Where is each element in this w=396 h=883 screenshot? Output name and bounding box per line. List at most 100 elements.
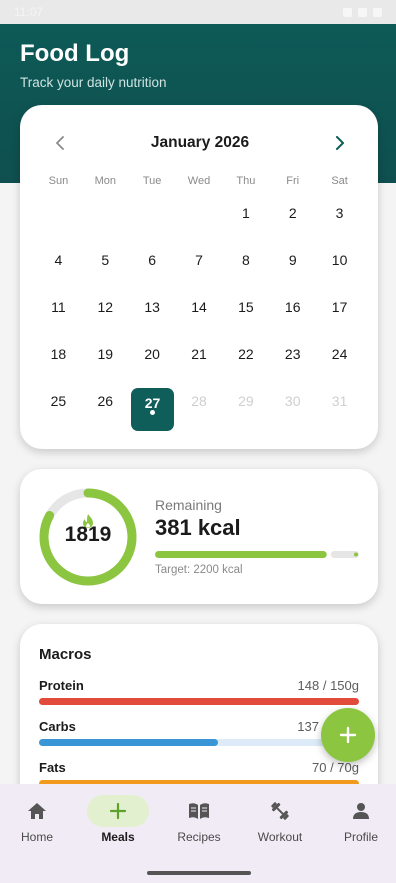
calendar-day[interactable]: 6 (129, 253, 176, 300)
calendar-day[interactable]: 15 (222, 300, 269, 347)
person-icon (321, 796, 396, 826)
nav-label: Recipes (177, 830, 221, 844)
weekday-label: Tue (142, 175, 162, 187)
calendar-grid: Sun Mon Tue Wed Thu Fri Sat 1 2 3 4 5 6 7 8 9 10 1… (35, 175, 363, 441)
macro-name: Fats (39, 760, 66, 775)
calendar-day: 31 (331, 393, 348, 409)
calendar-week-row: 4 5 6 7 8 9 10 (35, 253, 363, 300)
weekday-label: Wed (187, 175, 211, 187)
calendar-day[interactable]: 17 (316, 300, 363, 347)
calendar-day[interactable]: 5 (82, 253, 129, 300)
page-title: Food Log (20, 40, 130, 67)
calendar-day[interactable]: 16 (269, 300, 316, 347)
calendar-day[interactable]: 19 (82, 347, 129, 394)
calendar-day[interactable]: 23 (269, 347, 316, 394)
home-indicator (147, 871, 251, 875)
calendar-day[interactable]: 21 (176, 347, 223, 394)
nav-item-recipes[interactable]: Recipes (159, 796, 239, 844)
macros-title: Macros (39, 646, 92, 663)
macro-value: 137 (297, 719, 319, 734)
calendar-week-row: 11 12 13 14 15 16 17 (35, 300, 363, 347)
month-label: January 2026 (150, 134, 250, 151)
nav-item-profile[interactable]: Profile (321, 796, 396, 844)
calendar-empty-cell (82, 206, 129, 253)
selected-day-label: 27 (144, 395, 161, 411)
calendar-day[interactable]: 10 (316, 253, 363, 300)
macro-value: 70 / 70g (312, 760, 359, 775)
weekday-label: Thu (236, 175, 256, 187)
next-month-button[interactable] (330, 133, 350, 153)
previous-month-button[interactable] (50, 133, 70, 153)
remaining-label: Remaining (155, 497, 222, 513)
calendar-week-row: 18 19 20 21 22 23 24 (35, 347, 363, 394)
calendar-day[interactable]: 4 (35, 253, 82, 300)
nav-label: Workout (257, 830, 303, 844)
remaining-progress-bar (155, 551, 359, 558)
weekday-label: Fri (286, 175, 300, 187)
macro-value: 148 / 150g (297, 678, 359, 693)
nav-label: Meals (101, 830, 135, 844)
nav-label: Home (20, 830, 53, 844)
bottom-navigation: Home Meals Recipes Workout Profile (0, 784, 396, 883)
macro-name: Carbs (39, 719, 76, 734)
calendar-day[interactable]: 12 (82, 300, 129, 347)
nav-item-meals[interactable]: Meals (78, 796, 158, 844)
calendar-empty-cell (176, 206, 223, 253)
chevron-right-icon (336, 136, 344, 150)
home-icon (0, 796, 77, 826)
plus-icon (339, 726, 357, 744)
calorie-target: Target: 2200 kcal (155, 564, 243, 576)
calendar-day: 29 (238, 393, 254, 409)
weekday-row: Sun Mon Tue Wed Thu Fri Sat (35, 175, 363, 189)
calendar-day[interactable]: 26 (82, 394, 129, 441)
status-time: 11:07 (14, 5, 44, 19)
selected-day-dot (150, 410, 155, 415)
calendar-day[interactable]: 20 (129, 347, 176, 394)
calendar-day[interactable]: 22 (222, 347, 269, 394)
add-meal-fab[interactable] (321, 708, 375, 762)
calendar-day[interactable]: 13 (129, 300, 176, 347)
chevron-left-icon (56, 136, 64, 150)
weekday-label: Mon (94, 175, 116, 187)
calendar-weeks: 1 2 3 4 5 6 7 8 9 10 11 12 13 14 15 16 17 18 19 20 21 22 23 24 2… (35, 206, 363, 441)
nav-item-workout[interactable]: Workout (240, 796, 320, 844)
nav-item-home[interactable]: Home (0, 796, 77, 844)
calendar-day[interactable]: 24 (316, 347, 363, 394)
calendar-day[interactable]: 14 (176, 300, 223, 347)
calories-consumed: 1819 (64, 523, 112, 546)
calendar-empty-cell (129, 206, 176, 253)
calendar-day[interactable]: 9 (269, 253, 316, 300)
calendar-day[interactable]: 25 (35, 394, 82, 441)
calendar-day[interactable]: 3 (316, 206, 363, 253)
nav-label: Profile (343, 830, 378, 844)
macro-fill (39, 739, 219, 746)
calendar-header: January 2026 (20, 131, 378, 155)
calendar-day[interactable]: 2 (269, 206, 316, 253)
book-icon (159, 796, 239, 826)
page-subtitle: Track your daily nutrition (20, 75, 167, 90)
calendar-day[interactable]: 1 (222, 206, 269, 253)
calendar-week-row: 2526 27 28 29 30 31 (35, 394, 363, 441)
calendar-day[interactable]: 7 (176, 253, 223, 300)
status-bar: 11:07 (0, 0, 396, 24)
weekday-label: Sun (48, 175, 69, 187)
calendar-day[interactable]: 8 (222, 253, 269, 300)
calendar-week-row: 123 (35, 206, 363, 253)
remaining-value: 381 kcal (155, 515, 241, 540)
status-icons (343, 7, 382, 17)
weekday-label: Sat (331, 175, 348, 187)
calories-card: 1819 Remaining 381 kcal Target: 2200 kca… (20, 469, 378, 604)
calendar-day: 28 (191, 393, 207, 409)
battery-icon (373, 7, 382, 17)
wifi-icon (343, 7, 352, 17)
macro-name: Protein (39, 678, 84, 693)
calendar-card: January 2026 Sun Mon Tue Wed Thu Fri Sat… (20, 105, 378, 449)
macro-fill (39, 698, 359, 705)
signal-icon (358, 7, 367, 17)
calendar-day: 30 (284, 393, 301, 409)
calendar-empty-cell (35, 206, 82, 253)
dumbbell-icon (240, 796, 320, 826)
calendar-day[interactable]: 11 (35, 300, 82, 347)
calendar-day[interactable]: 18 (35, 347, 82, 394)
plus-icon (78, 796, 158, 826)
